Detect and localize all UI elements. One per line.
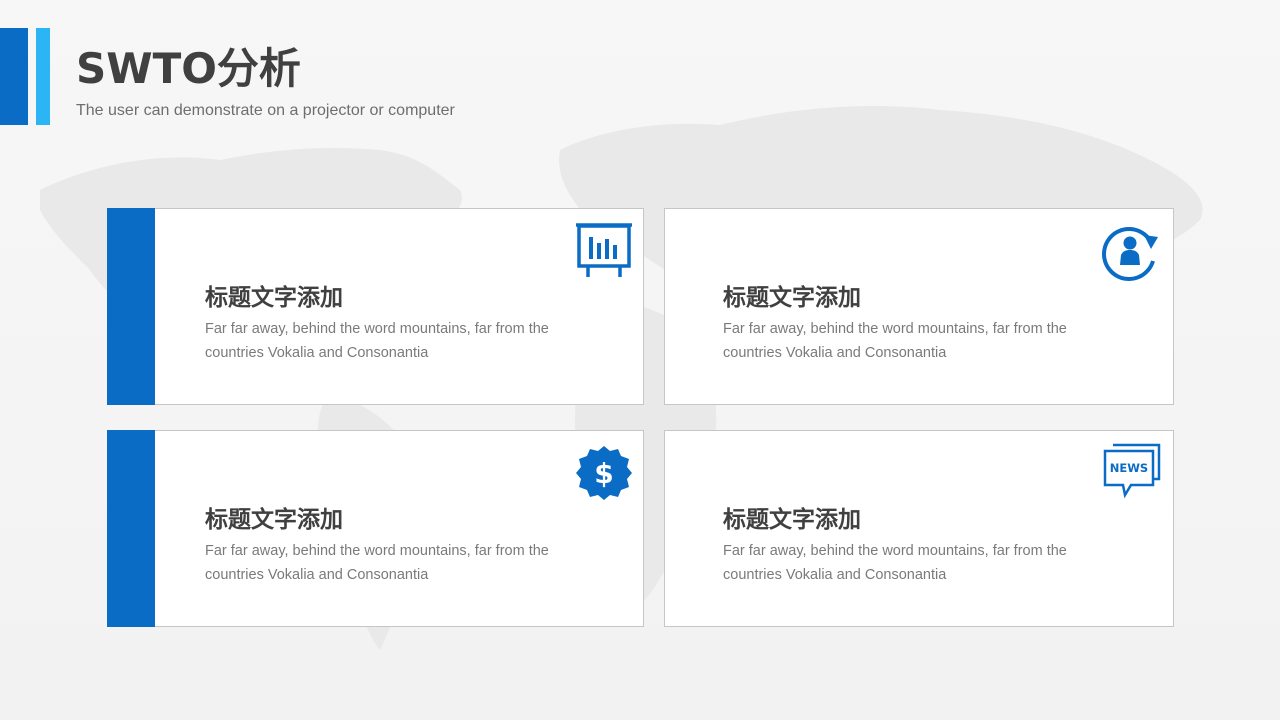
swot-card-4: 标题文字添加 Far far away, behind the word mou… (664, 430, 1174, 627)
card-description: Far far away, behind the word mountains,… (723, 543, 1067, 583)
card-title: 标题文字添加 (723, 507, 861, 533)
swot-card-2: 标题文字添加 Far far away, behind the word mou… (664, 208, 1174, 405)
news-label: NEWS (1110, 461, 1148, 475)
card-side-stripe (107, 430, 155, 627)
page-title: SWTO分析 (76, 44, 301, 93)
presentation-board-icon (576, 223, 632, 277)
svg-text:$: $ (594, 457, 613, 490)
dollar-badge-icon: $ (576, 446, 632, 500)
card-title: 标题文字添加 (205, 285, 343, 311)
header-accent-bar-light (36, 28, 50, 125)
swot-card-3: 标题文字添加 Far far away, behind the word mou… (107, 430, 644, 627)
card-description: Far far away, behind the word mountains,… (205, 543, 549, 583)
user-refresh-icon (1102, 227, 1158, 281)
card-side-stripe (107, 208, 155, 405)
card-title: 标题文字添加 (205, 507, 343, 533)
card-description: Far far away, behind the word mountains,… (205, 321, 549, 361)
swot-card-1: 标题文字添加 Far far away, behind the word mou… (107, 208, 644, 405)
news-chat-icon: NEWS (1103, 443, 1161, 499)
card-description: Far far away, behind the word mountains,… (723, 321, 1067, 361)
header-accent-bar-dark (0, 28, 28, 125)
page-subtitle: The user can demonstrate on a projector … (76, 102, 455, 119)
card-title: 标题文字添加 (723, 285, 861, 311)
